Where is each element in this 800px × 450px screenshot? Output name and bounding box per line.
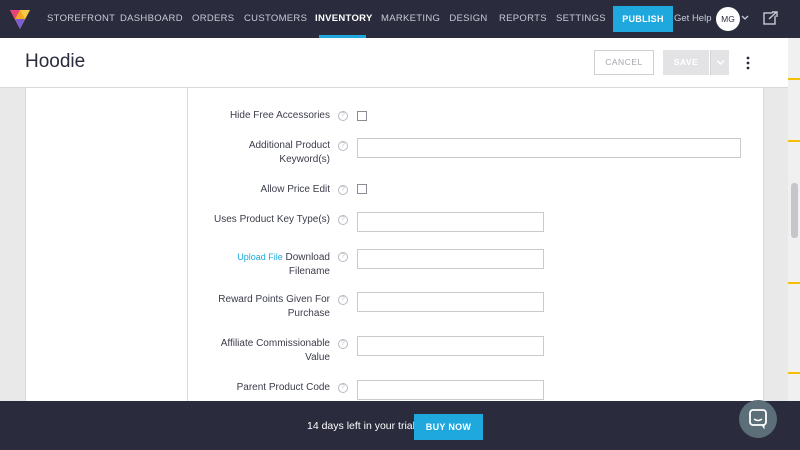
affiliate-value-label-line2: Value	[305, 352, 330, 363]
save-button[interactable]: SAVE	[663, 50, 709, 75]
help-icon[interactable]: ?	[338, 141, 348, 151]
nav-customers[interactable]: CUSTOMERS	[244, 0, 307, 38]
help-icon[interactable]: ?	[338, 185, 348, 195]
product-key-types-label: Uses Product Key Type(s)	[214, 214, 330, 225]
form-panel	[25, 88, 764, 408]
additional-keywords-label: Additional Product Keyword(s)	[249, 139, 330, 167]
scroll-marker	[788, 78, 800, 80]
help-icon[interactable]: ?	[338, 252, 348, 262]
nav-marketing[interactable]: MARKETING	[381, 0, 440, 38]
scrollbar-thumb[interactable]	[791, 183, 798, 238]
more-vertical-icon[interactable]	[744, 55, 752, 71]
chevron-down-icon	[716, 60, 725, 65]
nav-dashboard[interactable]: DASHBOARD	[120, 0, 183, 38]
additional-keywords-label-line1: Additional Product	[248, 140, 330, 151]
parent-product-code-input[interactable]	[357, 380, 544, 400]
reward-points-input[interactable]	[357, 292, 544, 312]
affiliate-value-label: Affiliate Commissionable Value	[221, 337, 330, 365]
hide-free-accessories-label: Hide Free Accessories	[229, 110, 330, 121]
allow-price-edit-checkbox[interactable]	[357, 184, 367, 194]
help-icon[interactable]: ?	[338, 215, 348, 225]
help-icon[interactable]: ?	[338, 383, 348, 393]
chat-launcher-button[interactable]	[739, 400, 777, 438]
reward-points-label: Reward Points Given For Purchase	[218, 293, 330, 321]
download-filename-label-line2: Filename	[288, 266, 330, 277]
upload-file-link[interactable]: Upload File	[237, 252, 283, 262]
additional-keywords-input[interactable]	[357, 138, 741, 158]
chevron-down-icon[interactable]	[741, 13, 749, 23]
affiliate-value-input[interactable]	[357, 336, 544, 356]
user-avatar[interactable]: MG	[716, 7, 740, 31]
reward-points-label-line1: Reward Points Given For	[218, 294, 330, 305]
nav-design[interactable]: DESIGN	[449, 0, 488, 38]
reward-points-label-line2: Purchase	[287, 308, 330, 319]
panel-divider	[187, 88, 188, 408]
get-help-link[interactable]: Get Help	[674, 0, 712, 38]
download-filename-label-line1: Download	[285, 252, 330, 263]
trial-banner: 14 days left in your trial BUY NOW	[0, 401, 800, 450]
trial-days-text: 14 days left in your trial	[307, 420, 415, 432]
page-scrollbar[interactable]	[788, 38, 800, 450]
cancel-button[interactable]: CANCEL	[594, 50, 654, 75]
external-link-icon[interactable]	[763, 11, 778, 26]
nav-orders[interactable]: ORDERS	[192, 0, 234, 38]
nav-storefront[interactable]: STOREFRONT	[47, 0, 115, 38]
chat-icon	[749, 409, 767, 429]
nav-reports[interactable]: REPORTS	[499, 0, 547, 38]
help-icon[interactable]: ?	[338, 295, 348, 305]
scroll-marker	[788, 140, 800, 142]
product-key-types-input[interactable]	[357, 212, 544, 232]
nav-settings[interactable]: SETTINGS	[556, 0, 606, 38]
scroll-marker	[788, 372, 800, 374]
parent-product-code-label: Parent Product Code	[236, 382, 330, 393]
save-options-button[interactable]	[710, 50, 729, 75]
top-navigation: STOREFRONT DASHBOARD ORDERS CUSTOMERS IN…	[0, 0, 800, 38]
affiliate-value-label-line1: Affiliate Commissionable	[220, 338, 330, 349]
brand-logo-icon[interactable]	[8, 7, 32, 31]
page-header: Hoodie CANCEL SAVE	[0, 38, 788, 88]
download-filename-label: Upload File Download Filename	[237, 250, 330, 279]
buy-now-button[interactable]: BUY NOW	[414, 414, 483, 440]
additional-keywords-label-line2: Keyword(s)	[279, 154, 330, 165]
download-filename-input[interactable]	[357, 249, 544, 269]
publish-button[interactable]: PUBLISH	[613, 6, 673, 32]
hide-free-accessories-checkbox[interactable]	[357, 111, 367, 121]
help-icon[interactable]: ?	[338, 111, 348, 121]
nav-inventory[interactable]: INVENTORY	[315, 0, 372, 38]
help-icon[interactable]: ?	[338, 339, 348, 349]
scroll-marker	[788, 282, 800, 284]
allow-price-edit-label: Allow Price Edit	[260, 184, 330, 195]
page-title: Hoodie	[25, 51, 86, 72]
